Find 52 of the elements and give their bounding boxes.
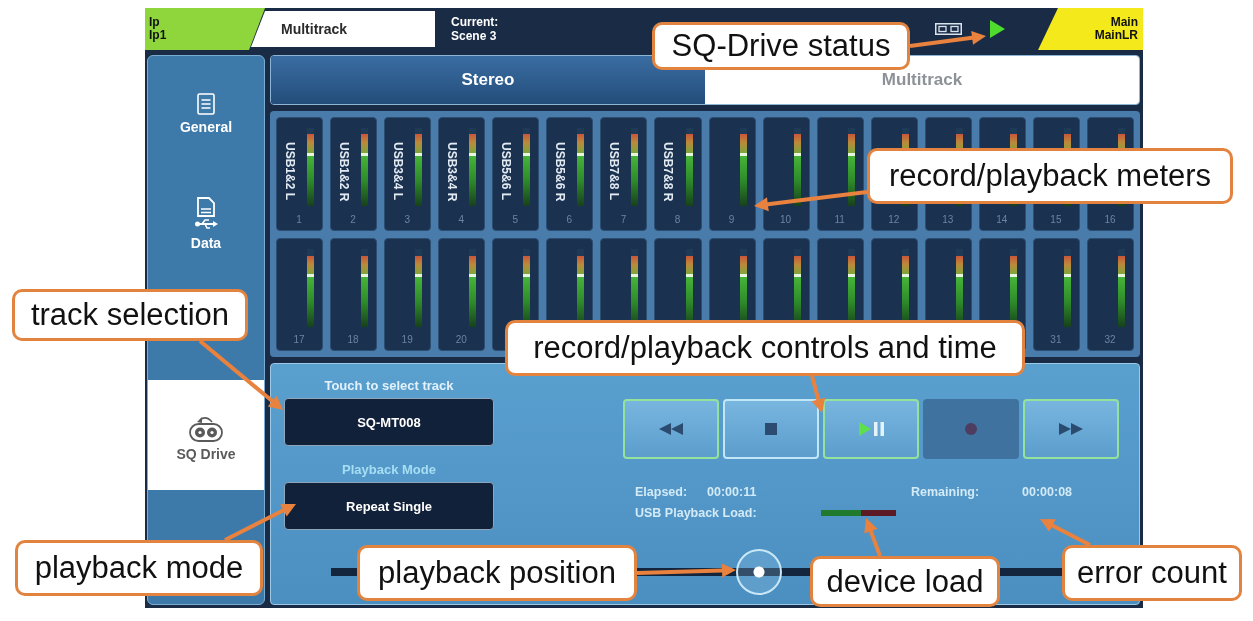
load-label: USB Playback Load: [635, 505, 758, 521]
channel-number: 1 [295, 212, 303, 227]
playback-mode-label: Playback Mode [341, 462, 437, 478]
channel-label: USB3&4 R [446, 141, 459, 202]
callout-tooltip: error count [1062, 545, 1242, 601]
channel-number: 31 [1049, 333, 1063, 347]
screen-title: Multitrack [251, 11, 435, 47]
channel-number: 2 [349, 212, 357, 227]
channel-number: 3 [403, 212, 411, 227]
remaining-label: Remaining: [911, 484, 981, 500]
channel-number: 9 [727, 212, 736, 227]
channel-label: USB7&8 L [608, 141, 621, 200]
channel-type-label: Ip [149, 16, 161, 29]
scene-label: Current: [451, 15, 499, 29]
channel-number: 15 [1049, 212, 1063, 227]
channel-number: 8 [673, 212, 682, 227]
elapsed-time: 00:00:11 [707, 484, 758, 500]
channel-number: 11 [833, 212, 846, 227]
channel-label: USB5&6 R [554, 141, 567, 202]
callout-tooltip: playback position [357, 545, 637, 601]
channel-number: 14 [995, 212, 1009, 227]
channel-number: 32 [1103, 333, 1117, 347]
callout-tooltip: record/playback controls and time [505, 320, 1025, 376]
scene-name: Scene 3 [451, 29, 498, 43]
mix-name: MainLR [1094, 29, 1138, 42]
channel-number: 5 [511, 212, 520, 227]
callout-tooltip: playback mode [15, 540, 263, 596]
elapsed-label: Elapsed: [635, 484, 689, 500]
channel-number: 13 [941, 212, 955, 227]
channel-number: 19 [400, 333, 414, 347]
callout-tooltip: track selection [12, 289, 248, 341]
remaining-time: 00:00:08 [1022, 484, 1074, 500]
callout-tooltip: SQ-Drive status [652, 22, 910, 70]
channel-number: 4 [457, 212, 465, 227]
channel-number: 16 [1103, 212, 1117, 227]
channel-number: 17 [292, 333, 306, 347]
channel-number: 20 [454, 333, 468, 347]
mix-type-label: Main [1110, 16, 1138, 29]
channel-label: USB1&2 L [284, 141, 296, 200]
channel-number: 12 [887, 212, 901, 227]
channel-name: Ip1 [149, 29, 168, 42]
channel-label: USB7&8 R [662, 141, 675, 202]
channel-label: USB1&2 R [338, 141, 351, 202]
channel-number: 18 [346, 333, 360, 347]
channel-number: 10 [779, 212, 793, 227]
channel-number: 7 [619, 212, 628, 227]
callout-tooltip: record/playback meters [867, 148, 1233, 204]
callout-tooltip: device load [810, 556, 1000, 607]
channel-number: 6 [565, 212, 574, 227]
track-select-label: Touch to select track [323, 378, 455, 394]
channel-label: USB5&6 L [500, 141, 513, 200]
channel-label: USB3&4 L [392, 141, 405, 200]
